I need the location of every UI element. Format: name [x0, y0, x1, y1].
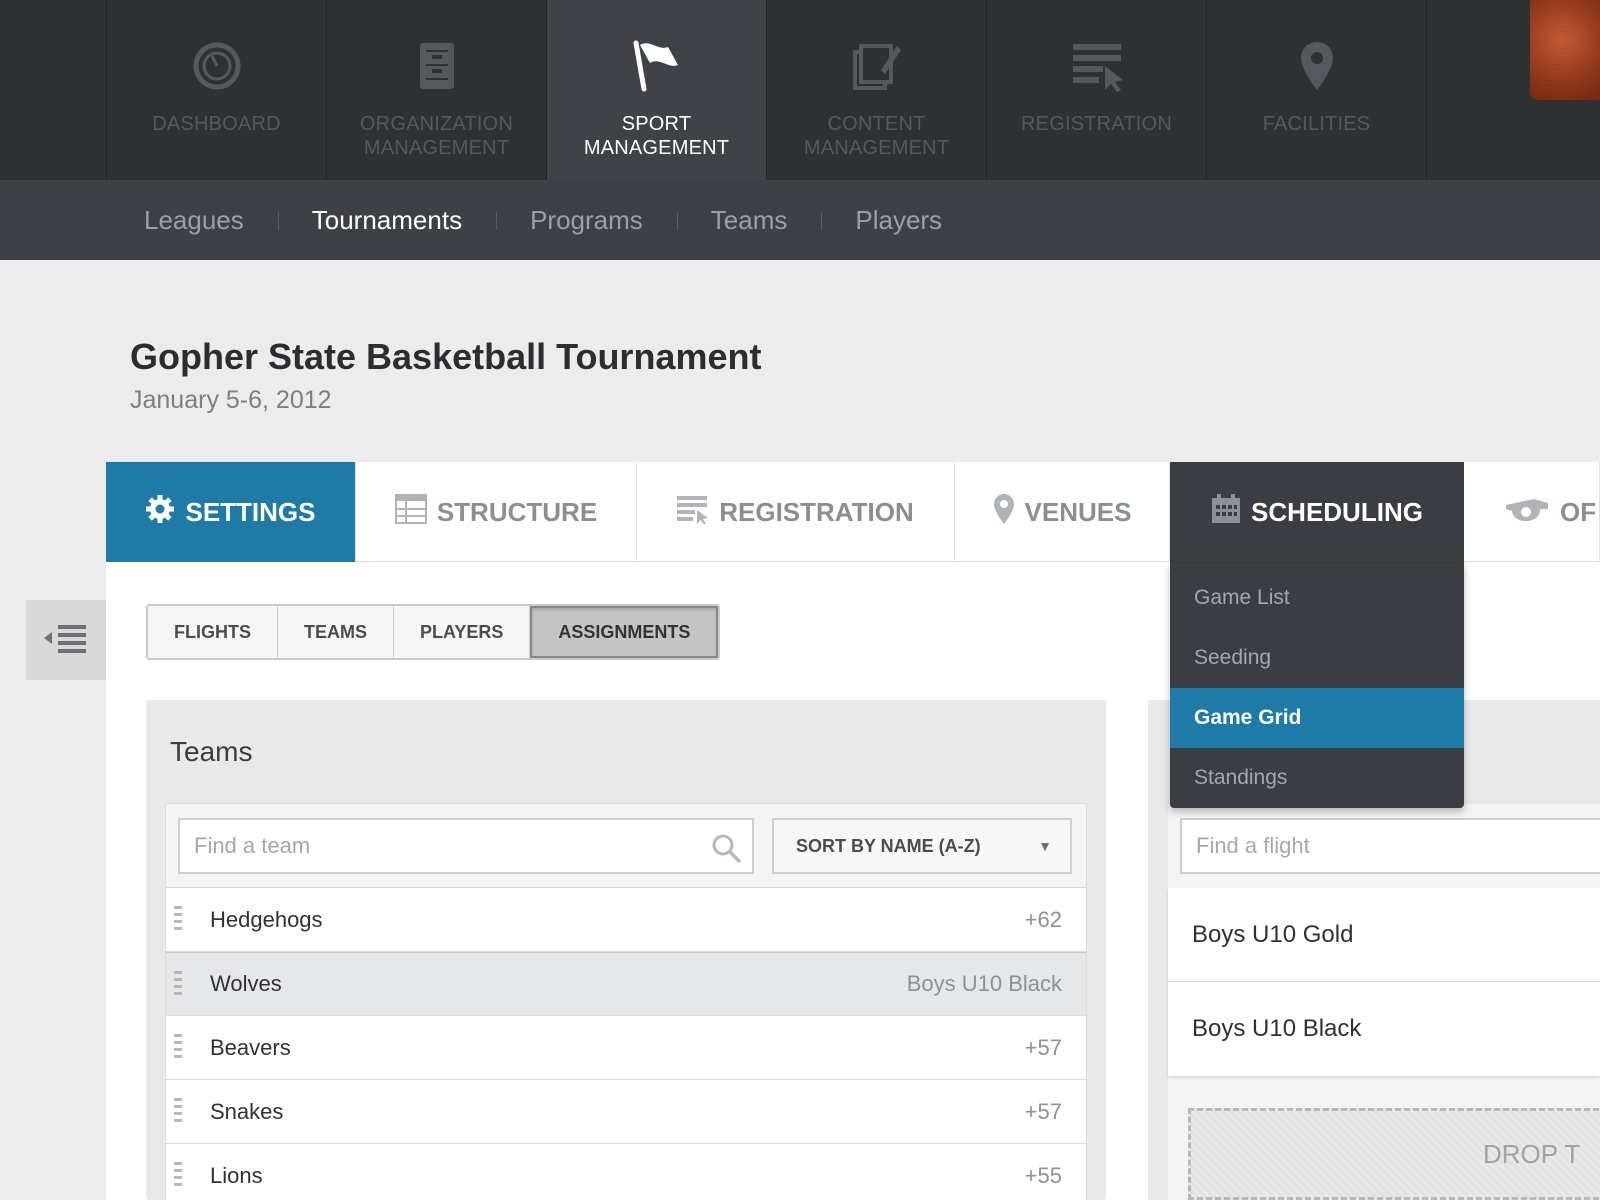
speedometer-icon [189, 38, 245, 94]
menu-item-seeding[interactable]: Seeding [1170, 628, 1464, 688]
tournament-tabs: Settings Structure Registration Venues S… [106, 462, 1600, 574]
team-name: Snakes [210, 1098, 284, 1124]
nav-sport-management[interactable]: Sport Management [547, 0, 767, 180]
nav-content-management[interactable]: Content Management [767, 0, 987, 180]
map-pin-icon [993, 493, 1015, 532]
subnav-leagues[interactable]: Leagues [144, 205, 278, 236]
team-name: Beavers [210, 1034, 291, 1060]
tab-scheduling-label: Scheduling [1251, 496, 1423, 527]
whistle-icon [1504, 495, 1550, 530]
tab-settings[interactable]: Settings [106, 462, 356, 574]
caret-down-icon: ▼ [1038, 838, 1052, 854]
search-icon[interactable] [711, 833, 741, 868]
basketball-image [1530, 0, 1600, 100]
drag-handle-icon[interactable] [174, 1034, 182, 1062]
file-cabinet-icon [409, 38, 465, 94]
menu-item-game-list[interactable]: Game List [1170, 568, 1464, 628]
sidebar-toggle[interactable] [26, 600, 106, 680]
team-name: Lions [210, 1162, 263, 1188]
subtab-flights[interactable]: Flights [148, 606, 278, 658]
subnav-tournaments[interactable]: Tournaments [277, 205, 496, 236]
subtab-players[interactable]: Players [394, 606, 531, 658]
subtab-teams[interactable]: Teams [278, 606, 394, 658]
tab-officials[interactable]: Of [1464, 462, 1600, 562]
team-search-input[interactable] [178, 818, 754, 874]
team-row[interactable]: Hedgehogs +62 [166, 888, 1086, 952]
tab-structure-label: Structure [436, 496, 598, 527]
nav-registration[interactable]: Registration [987, 0, 1207, 180]
main-navigation: Dashboard Organization Management Sport … [0, 0, 1600, 180]
subtab-assignments[interactable]: Assignments [530, 606, 719, 658]
nav-dashboard[interactable]: Dashboard [107, 0, 327, 180]
subnav-programs[interactable]: Programs [496, 205, 677, 236]
form-cursor-icon [1069, 38, 1125, 94]
team-assigned-flight: Boys U10 Black [906, 971, 1062, 996]
team-row[interactable]: Snakes +57 [166, 1080, 1086, 1144]
flight-search-input[interactable] [1180, 818, 1600, 874]
map-pin-icon [1289, 38, 1345, 94]
tab-structure[interactable]: Structure [356, 462, 637, 562]
nav-registration-label: Registration [1021, 113, 1172, 135]
nav-facilities[interactable]: Facilities [1207, 0, 1427, 180]
drag-handle-icon[interactable] [174, 1162, 182, 1190]
edit-document-icon [849, 38, 905, 94]
menu-item-game-grid[interactable]: Game Grid [1170, 688, 1464, 748]
nav-facilities-label: Facilities [1262, 113, 1371, 135]
calendar-icon [1211, 493, 1241, 531]
tab-venues[interactable]: Venues [955, 462, 1170, 562]
page-title: Gopher State Basketball Tournament [130, 336, 762, 377]
subnav-teams[interactable]: Teams [676, 205, 822, 236]
teams-list-container: Sort by name (A-Z) ▼ Hedgehogs +62 Wolve… [166, 804, 1086, 1200]
tab-registration[interactable]: Registration [637, 462, 955, 562]
nav-sport-management-label: Sport Management [583, 113, 730, 159]
team-row[interactable]: Beavers +57 [166, 1016, 1086, 1080]
settings-subtabs: Flights Teams Players Assignments [146, 604, 721, 660]
tab-settings-label: Settings [185, 496, 316, 527]
event-dates: January 5-6, 2012 [130, 386, 332, 414]
tab-venues-label: Venues [1024, 496, 1132, 527]
teams-panel: Teams Sort by name (A-Z) ▼ Hedgehogs +62… [146, 700, 1106, 1200]
flag-icon [629, 38, 685, 94]
team-rating: +55 [1024, 1162, 1062, 1188]
sport-subnavigation: Leagues Tournaments Programs Teams Playe… [0, 180, 1600, 260]
drag-handle-icon[interactable] [174, 906, 182, 934]
tab-officials-label: Of [1560, 496, 1597, 527]
scheduling-dropdown-menu: Game List Seeding Game Grid Standings [1170, 562, 1464, 808]
table-structure-icon [394, 493, 427, 531]
team-row[interactable]: Lions +55 [166, 1144, 1086, 1200]
nav-content-management-label: Content Management [803, 113, 950, 159]
tab-scheduling[interactable]: Scheduling [1170, 462, 1464, 562]
flights-list-container: Boys U10 Gold Boys U10 Black Drop t [1168, 804, 1600, 1200]
team-rating: +62 [1024, 906, 1062, 932]
form-cursor-icon [677, 494, 709, 531]
sort-dropdown-value: Sort by name (A-Z) [796, 835, 981, 856]
flight-item[interactable]: Boys U10 Black [1168, 982, 1600, 1076]
flight-item[interactable]: Boys U10 Gold [1168, 888, 1600, 982]
team-name: Hedgehogs [210, 906, 323, 932]
nav-organization-management-label: Organization Management [359, 113, 514, 159]
sort-dropdown[interactable]: Sort by name (A-Z) ▼ [772, 818, 1072, 874]
flight-list: Boys U10 Gold Boys U10 Black [1168, 888, 1600, 1076]
team-drop-zone[interactable]: Drop t [1188, 1108, 1600, 1200]
team-name: Wolves [210, 971, 282, 996]
tab-registration-label: Registration [719, 496, 914, 527]
team-rating: +57 [1024, 1034, 1062, 1060]
nav-organization-management[interactable]: Organization Management [327, 0, 547, 180]
teams-panel-title: Teams [170, 736, 253, 767]
nav-dashboard-label: Dashboard [152, 113, 281, 135]
team-rating: +57 [1024, 1098, 1062, 1124]
menu-item-standings[interactable]: Standings [1170, 748, 1464, 808]
drag-handle-icon[interactable] [174, 971, 182, 999]
gear-icon [145, 494, 175, 531]
team-row[interactable]: Wolves Boys U10 Black [166, 952, 1086, 1016]
drop-zone-label: Drop t [1483, 1138, 1581, 1169]
teams-toolbar: Sort by name (A-Z) ▼ [166, 804, 1086, 888]
outdent-list-icon [44, 623, 88, 658]
drag-handle-icon[interactable] [174, 1098, 182, 1126]
subnav-players[interactable]: Players [821, 205, 976, 236]
